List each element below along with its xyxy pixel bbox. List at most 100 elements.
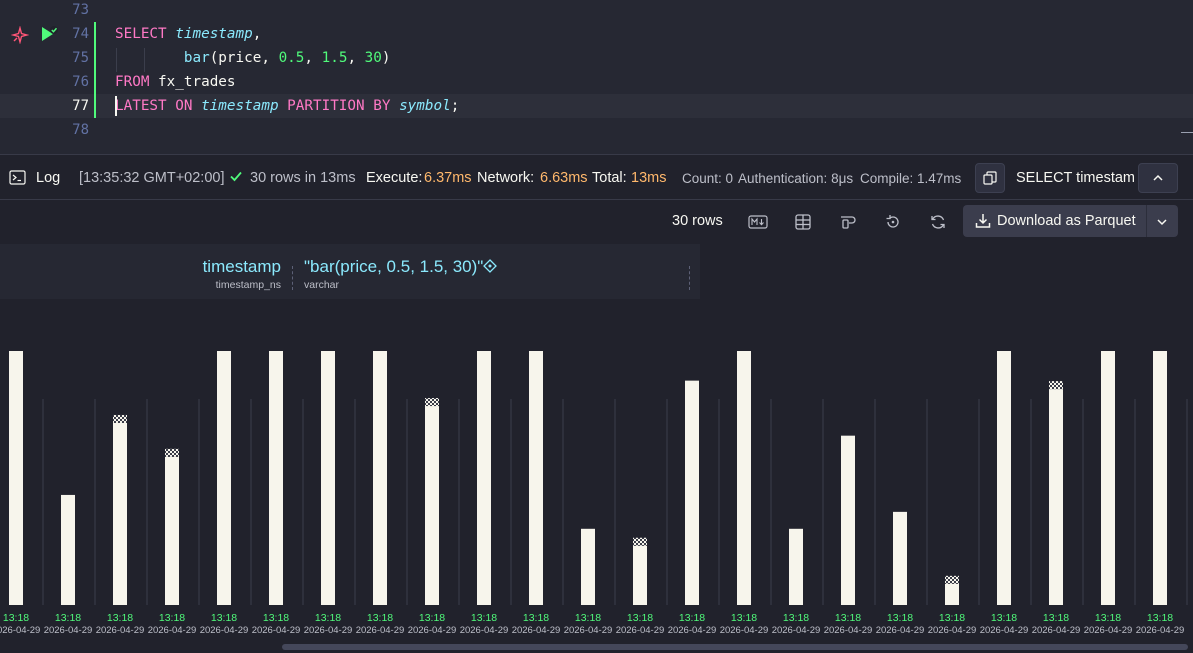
code-token: fx_trades [149,74,236,90]
bar-chart: 13:182026-04-2913:182026-04-2913:182026-… [0,351,1188,636]
bar-partial-top [165,448,179,457]
x-tick-time: 13:18 [887,612,913,624]
x-tick-date: 2026-04-29 [252,625,301,636]
column-freeze-icon[interactable] [836,210,860,234]
code-text[interactable]: SELECT timestamp, [115,22,261,46]
copy-icon [983,171,997,185]
total-time: 13ms [631,170,667,186]
code-token: LATEST ON [115,98,193,114]
run-range-indicator [94,22,96,118]
x-tick-date: 2026-04-29 [96,625,145,636]
x-tick-date: 2026-04-29 [980,625,1029,636]
refresh-icon[interactable] [926,210,950,234]
x-tick-date: 2026-04-29 [1032,625,1081,636]
bar [1101,351,1115,605]
bar [425,406,439,605]
x-tick-time: 13:18 [679,612,705,624]
x-tick-time: 13:18 [1147,612,1173,624]
count-stat: Count: 0 [682,171,734,186]
x-tick-date: 2026-04-29 [824,625,873,636]
x-tick-time: 13:18 [627,612,653,624]
total-label: Total: [592,170,627,186]
x-tick-date: 2026-04-29 [0,625,40,636]
bar [165,456,179,605]
x-tick-time: 13:18 [783,612,809,624]
sql-editor[interactable]: 73 74 SELECT timestamp, 75 bar(price, 0.5, … [0,0,1193,154]
x-tick-time: 13:18 [575,612,601,624]
editor-scroll-marker [1181,132,1193,133]
bar [1049,389,1063,605]
code-token: 30 [364,50,382,66]
code-token: ) [381,50,391,66]
terminal-icon [9,169,26,191]
x-tick-time: 13:18 [159,612,185,624]
code-line[interactable]: 75 bar(price, 0.5, 1.5, 30) [0,46,1193,70]
column-resize-handle[interactable] [689,266,690,290]
ai-assist-icon[interactable] [10,25,30,45]
bar [945,583,959,605]
bar [789,528,803,605]
x-tick-date: 2026-04-29 [928,625,977,636]
code-text[interactable]: bar(price, 0.5, 1.5, 30) [115,46,391,70]
code-line[interactable]: 74 SELECT timestamp, [0,22,1193,46]
bar [893,511,907,605]
horizontal-scrollbar[interactable] [282,644,1188,650]
copy-query-button[interactable] [975,163,1005,193]
x-tick-time: 13:18 [55,612,81,624]
bar [61,494,75,605]
x-tick-time: 13:18 [1043,612,1069,624]
chevron-down-icon[interactable] [1156,215,1168,233]
x-tick-time: 13:18 [471,612,497,624]
bar [841,435,855,605]
code-token: ; [450,98,460,114]
code-token: , [252,26,262,42]
x-tick-date: 2026-04-29 [408,625,457,636]
x-tick-date: 2026-04-29 [1084,625,1133,636]
x-tick-date: 2026-04-29 [356,625,405,636]
bar-partial-top [425,398,439,407]
code-text[interactable]: LATEST ON timestamp PARTITION BY symbol; [115,94,459,118]
line-number: 73 [72,2,89,18]
download-parquet-button[interactable]: Download as Parquet [963,205,1178,237]
code-line[interactable]: 78 [0,118,1193,142]
reset-layout-icon[interactable] [881,210,905,234]
code-token: symbol [399,98,451,114]
code-line[interactable]: 77 LATEST ON timestamp PARTITION BY symbo… [0,94,1193,118]
log-timestamp: [13:35:32 GMT+02:00] [79,170,225,186]
query-log-bar: Log [13:35:32 GMT+02:00] 30 rows in 13ms… [0,154,1193,200]
code-text[interactable]: FROM fx_trades [115,70,236,94]
layout-grid-icon[interactable] [791,210,815,234]
x-tick-date: 2026-04-29 [304,625,353,636]
x-tick-time: 13:18 [523,612,549,624]
x-tick-time: 13:18 [835,612,861,624]
code-token: bar [183,50,210,66]
bar [321,351,335,605]
x-tick-date: 2026-04-29 [200,625,249,636]
column-resize-handle[interactable] [292,266,293,290]
run-query-icon[interactable] [38,24,60,44]
bar [477,351,491,605]
markdown-icon[interactable] [746,210,770,234]
log-label[interactable]: Log [36,170,60,187]
code-line[interactable]: 73 [0,0,1193,22]
line-number: 76 [72,74,89,90]
code-line[interactable]: 76 FROM fx_trades [0,70,1193,94]
column-header-bar[interactable]: "bar(price, 0.5, 1.5, 30)" [304,257,483,277]
bar-partial-top [945,575,959,584]
x-tick-date: 2026-04-29 [148,625,197,636]
expand-log-button[interactable] [1138,163,1178,193]
x-tick-date: 2026-04-29 [772,625,821,636]
code-token: PARTITION BY [287,98,391,114]
column-header-timestamp[interactable]: timestamp [203,257,281,277]
indent-guide [144,48,145,72]
chevron-up-icon [1153,174,1163,181]
network-label: Network: [477,170,535,186]
query-preview[interactable]: SELECT timestam [1016,170,1135,187]
x-tick-date: 2026-04-29 [668,625,717,636]
code-token: , [304,50,322,66]
code-token: timestamp [175,26,253,42]
bar [685,380,699,605]
column-designate-icon[interactable] [483,259,497,278]
network-time: 6.63ms [540,170,588,186]
